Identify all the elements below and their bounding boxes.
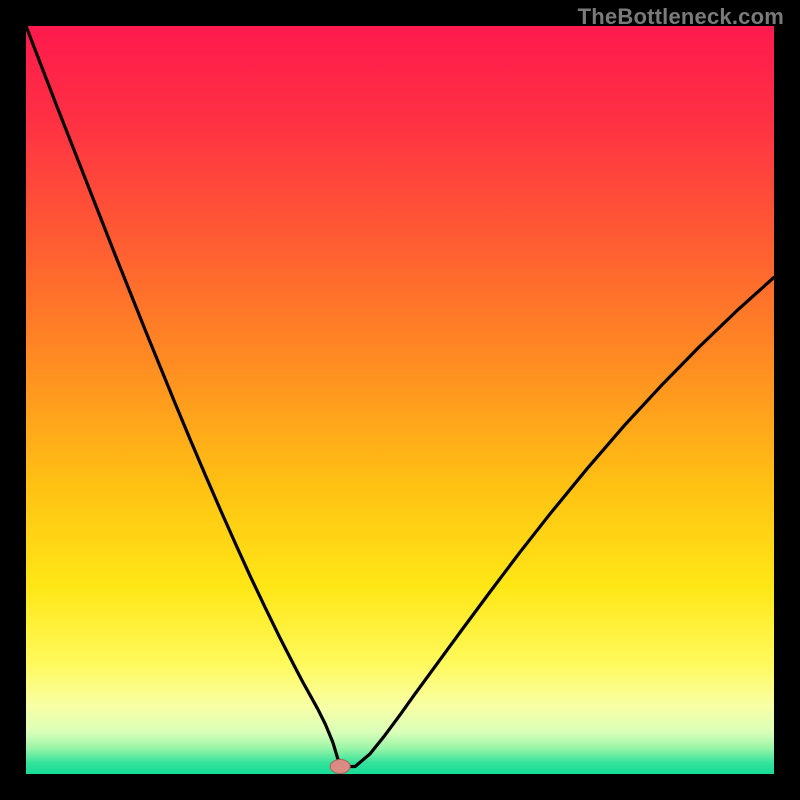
chart-frame: TheBottleneck.com [0, 0, 800, 800]
gradient-background [26, 26, 774, 774]
optimal-point-marker [330, 760, 350, 774]
bottleneck-chart [26, 26, 774, 774]
plot-area [26, 26, 774, 774]
